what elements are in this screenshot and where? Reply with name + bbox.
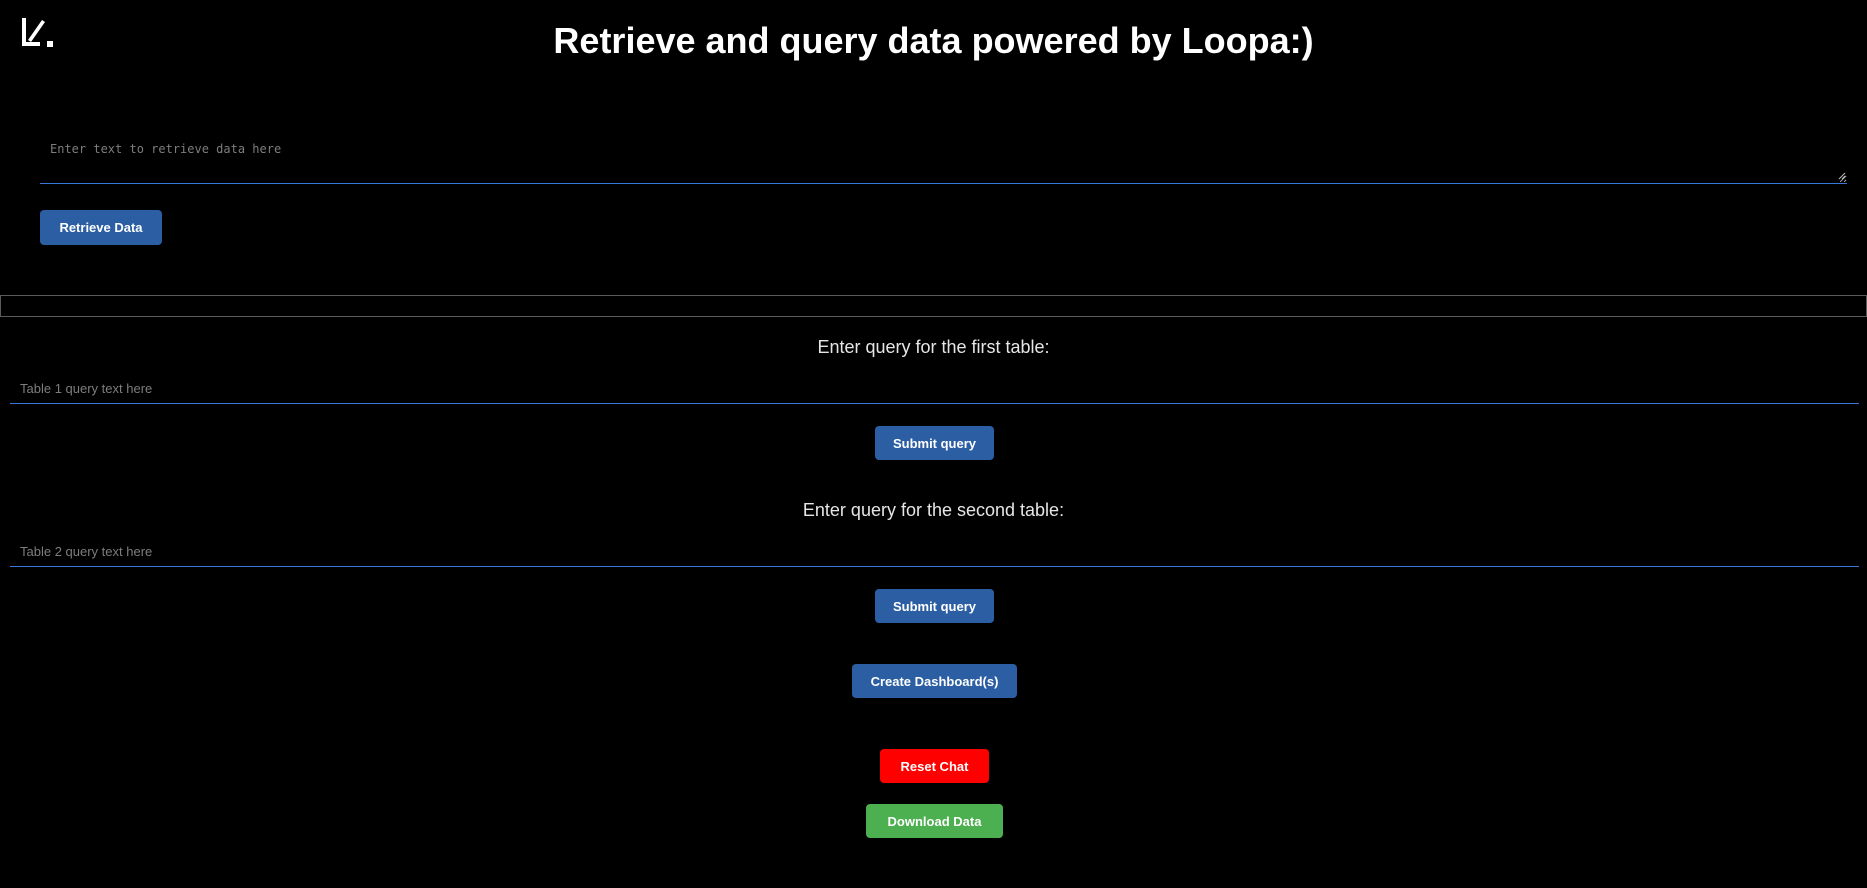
- reset-chat-button[interactable]: Reset Chat: [880, 749, 989, 783]
- download-data-button[interactable]: Download Data: [866, 804, 1003, 838]
- output-divider-box: [0, 295, 1867, 317]
- table1-query-input[interactable]: [10, 374, 1859, 404]
- table1-submit-button[interactable]: Submit query: [875, 426, 994, 460]
- table2-query-input[interactable]: [10, 537, 1859, 567]
- retrieve-data-button[interactable]: Retrieve Data: [40, 210, 162, 245]
- table2-query-label: Enter query for the second table:: [802, 500, 1065, 520]
- create-dashboard-button[interactable]: Create Dashboard(s): [852, 664, 1017, 698]
- table1-query-label: Enter query for the first table:: [817, 337, 1050, 357]
- resize-grip-icon[interactable]: [1838, 172, 1846, 180]
- page-title: Retrieve and query data powered by Loopa…: [553, 20, 1314, 61]
- page: Retrieve and query data powered by Loopa…: [0, 0, 1867, 888]
- table2-submit-button[interactable]: Submit query: [875, 589, 994, 623]
- retrieve-text-input[interactable]: [40, 130, 1847, 184]
